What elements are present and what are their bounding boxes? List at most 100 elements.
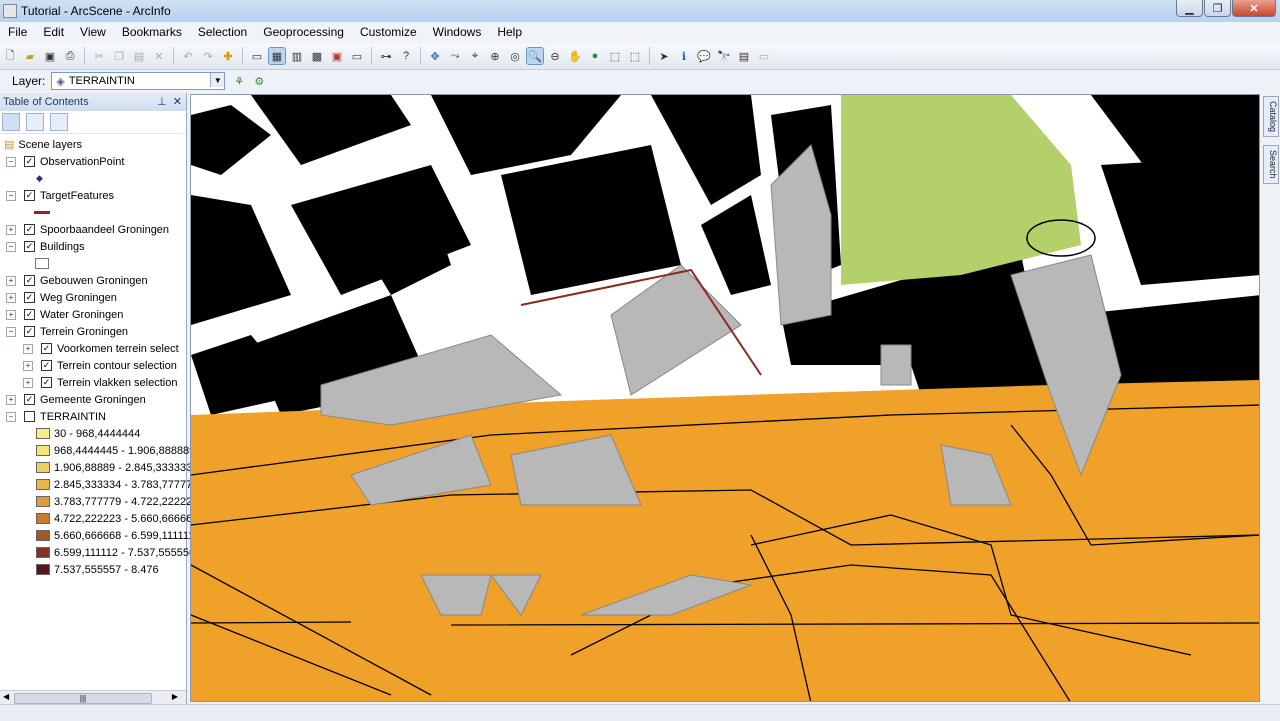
- layer-row[interactable]: + ✓ Terrein contour selection: [23, 357, 177, 374]
- menu-customize[interactable]: Customize: [352, 25, 425, 39]
- expand-icon[interactable]: +: [6, 224, 16, 235]
- layer-checkbox[interactable]: ✓: [41, 360, 52, 371]
- clear-selection-icon[interactable]: ⬚: [627, 48, 643, 64]
- zoom-in-icon[interactable]: 🔍: [526, 47, 544, 65]
- maximize-button[interactable]: ❐: [1204, 0, 1231, 17]
- chevron-down-icon[interactable]: ▼: [210, 73, 225, 87]
- layer-row[interactable]: + ✓ Gebouwen Groningen: [6, 272, 148, 289]
- pin-icon[interactable]: ⊥: [157, 96, 167, 108]
- scene-properties-icon[interactable]: ▭: [249, 48, 265, 64]
- save-icon[interactable]: ▣: [42, 48, 58, 64]
- expand-icon[interactable]: +: [23, 343, 33, 354]
- layer-row[interactable]: − ✓ Buildings: [6, 238, 85, 255]
- html-popup-icon[interactable]: 💬: [696, 48, 712, 64]
- menu-bookmarks[interactable]: Bookmarks: [114, 25, 190, 39]
- layer-checkbox[interactable]: ✓: [24, 241, 35, 252]
- layer-dropdown[interactable]: ◈ TERRAINTIN ▼: [51, 72, 226, 90]
- menu-geoprocessing[interactable]: Geoprocessing: [255, 25, 352, 39]
- layer-row[interactable]: + ✓ Voorkomen terrein select: [23, 340, 179, 357]
- collapse-icon[interactable]: −: [6, 326, 16, 337]
- menu-windows[interactable]: Windows: [425, 25, 490, 39]
- measure-icon[interactable]: ▤: [736, 48, 752, 64]
- legend-class[interactable]: 6.599,111112 - 7.537,555556: [36, 544, 195, 561]
- menu-view[interactable]: View: [72, 25, 114, 39]
- layer-checkbox[interactable]: ✓: [24, 224, 35, 235]
- toc-close-icon[interactable]: ✕: [173, 96, 182, 108]
- pan-icon[interactable]: ✋: [567, 48, 583, 64]
- layer-row[interactable]: − ✓ Terrein Groningen: [6, 323, 128, 340]
- scroll-left-icon[interactable]: ◀: [3, 692, 9, 701]
- layer-row[interactable]: − TERRAINTIN: [6, 408, 106, 425]
- layer-checkbox[interactable]: ✓: [24, 309, 35, 320]
- legend-class[interactable]: 3.783,777779 - 4.722,222222: [36, 493, 198, 510]
- redo-icon[interactable]: ↷: [200, 48, 216, 64]
- expand-icon[interactable]: +: [6, 394, 16, 405]
- copy-icon[interactable]: ❐: [111, 48, 127, 64]
- legend-class[interactable]: 4.722,222223 - 5.660,666667: [36, 510, 198, 527]
- swipe-layer-icon[interactable]: ⚘: [231, 73, 247, 89]
- menu-edit[interactable]: Edit: [35, 25, 72, 39]
- line-symbol[interactable]: [34, 204, 50, 221]
- expand-icon[interactable]: +: [23, 377, 33, 388]
- layer-row[interactable]: − ✓ TargetFeatures: [6, 187, 114, 204]
- layer-checkbox[interactable]: ✓: [24, 394, 35, 405]
- collapse-icon[interactable]: −: [6, 156, 16, 167]
- zoom-to-target-icon[interactable]: ⊕: [487, 48, 503, 64]
- paste-icon[interactable]: ▤: [131, 48, 147, 64]
- identify-icon[interactable]: ℹ: [676, 48, 692, 64]
- new-document-icon[interactable]: 🗋: [2, 48, 18, 64]
- scene-layers-root[interactable]: ▤ Scene layers: [4, 136, 82, 153]
- collapse-icon[interactable]: −: [6, 411, 16, 422]
- model-builder-icon[interactable]: ⊶: [378, 48, 394, 64]
- collapse-icon[interactable]: −: [6, 241, 16, 252]
- navigate-icon[interactable]: ✥: [427, 48, 443, 64]
- fly-icon[interactable]: ⤳: [447, 48, 463, 64]
- minimize-button[interactable]: ▁: [1176, 0, 1203, 17]
- legend-class[interactable]: 1.906,88889 - 2.845,333333: [36, 459, 192, 476]
- expand-icon[interactable]: +: [6, 275, 16, 286]
- search-window-icon[interactable]: ▩: [309, 48, 325, 64]
- layer-row[interactable]: + ✓ Weg Groningen: [6, 289, 117, 306]
- find-icon[interactable]: 🔭: [716, 48, 732, 64]
- list-by-selection-icon[interactable]: [50, 113, 68, 131]
- layer-row[interactable]: + ✓ Gemeente Groningen: [6, 391, 146, 408]
- menu-selection[interactable]: Selection: [190, 25, 255, 39]
- print-icon[interactable]: ⎙: [62, 48, 78, 64]
- expand-icon[interactable]: +: [23, 360, 33, 371]
- toc-horizontal-scrollbar[interactable]: ◀ ||| ▶: [0, 690, 186, 705]
- legend-class[interactable]: 7.537,555557 - 8.476: [36, 561, 159, 578]
- select-features-icon[interactable]: ⬚: [607, 48, 623, 64]
- expand-icon[interactable]: +: [6, 292, 16, 303]
- animation-icon[interactable]: ▭: [756, 48, 772, 64]
- whats-this-icon[interactable]: ?: [398, 48, 414, 64]
- scroll-right-icon[interactable]: ▶: [172, 692, 178, 701]
- menu-help[interactable]: Help: [489, 25, 530, 39]
- set-observer-icon[interactable]: ◎: [507, 48, 523, 64]
- undo-icon[interactable]: ↶: [180, 48, 196, 64]
- scene-view[interactable]: [190, 94, 1260, 702]
- layer-checkbox[interactable]: ✓: [41, 377, 52, 388]
- add-data-icon[interactable]: ✚: [220, 48, 236, 64]
- legend-class[interactable]: 5.660,666668 - 6.599,111111: [36, 527, 194, 544]
- legend-class[interactable]: 30 - 968,4444444: [36, 425, 140, 442]
- layer-tool-icon[interactable]: ⚙: [251, 73, 267, 89]
- layer-row[interactable]: + ✓ Spoorbaandeel Groningen: [6, 221, 169, 238]
- center-on-target-icon[interactable]: ⌖: [467, 48, 483, 64]
- search-tab[interactable]: Search: [1263, 145, 1279, 184]
- layer-checkbox[interactable]: ✓: [24, 275, 35, 286]
- python-window-icon[interactable]: ▭: [349, 48, 365, 64]
- point-symbol[interactable]: ◆: [36, 170, 43, 187]
- select-elements-icon[interactable]: ➤: [656, 48, 672, 64]
- expand-icon[interactable]: +: [6, 309, 16, 320]
- delete-icon[interactable]: ✕: [151, 48, 167, 64]
- polygon-symbol[interactable]: [35, 255, 49, 272]
- catalog-tab[interactable]: Catalog: [1263, 96, 1279, 138]
- scrollbar-thumb[interactable]: |||: [14, 693, 152, 704]
- legend-class[interactable]: 968,4444445 - 1.906,888889: [36, 442, 195, 459]
- layer-checkbox[interactable]: ✓: [24, 156, 35, 167]
- close-button[interactable]: ✕: [1232, 0, 1276, 17]
- layer-checkbox[interactable]: [24, 411, 35, 422]
- layer-row[interactable]: − ✓ ObservationPoint: [6, 153, 124, 170]
- layer-row[interactable]: + ✓ Terrein vlakken selection: [23, 374, 177, 391]
- catalog-window-icon[interactable]: ▥: [289, 48, 305, 64]
